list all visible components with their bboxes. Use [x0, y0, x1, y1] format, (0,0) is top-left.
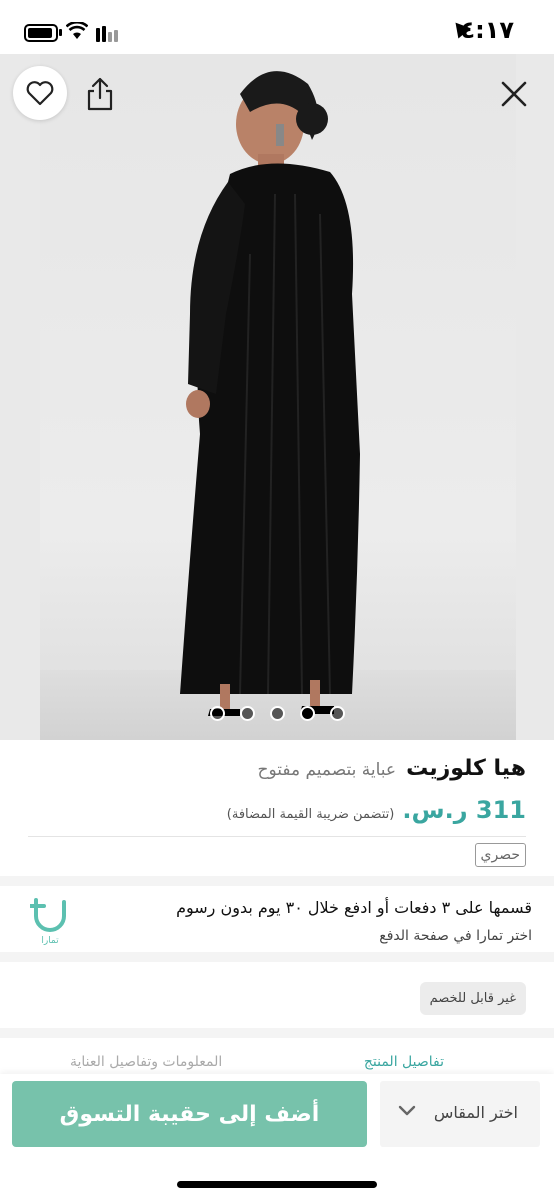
section-separator	[0, 876, 554, 886]
add-to-bag-button[interactable]: أضف إلى حقيبة التسوق	[12, 1081, 367, 1147]
tamara-installments-banner[interactable]: قسمها على ٣ دفعات أو ادفع خلال ٣٠ يوم بد…	[0, 886, 554, 950]
home-indicator[interactable]	[177, 1181, 377, 1188]
vat-note: (تتضمن ضريبة القيمة المضافة)	[226, 807, 395, 822]
product-price: 311 ر.س.	[402, 796, 526, 824]
status-time: ٤:١٧	[460, 16, 514, 44]
non-discountable-tag: غير قابل للخصم	[419, 982, 526, 1015]
battery-tip	[59, 29, 62, 36]
size-select[interactable]: اختر المقاس	[380, 1081, 540, 1147]
tamara-subtext: اختر تمارا في صفحة الدفع	[379, 928, 532, 944]
tamara-logo-text: تمارا	[41, 936, 59, 946]
gallery-pagination	[210, 706, 345, 721]
tab-product-details[interactable]: تفاصيل المنتج	[364, 1054, 444, 1070]
chevron-down-icon	[398, 1105, 416, 1116]
size-select-label: اختر المقاس	[433, 1103, 518, 1122]
wishlist-button[interactable]	[13, 66, 67, 120]
gallery-dot-active[interactable]	[300, 706, 315, 721]
model-figure	[180, 71, 360, 716]
product-name: عباية بتصميم مفتوح	[257, 760, 397, 780]
next-image-peek[interactable]	[516, 54, 554, 740]
gallery-dot[interactable]	[330, 706, 345, 721]
brand-name[interactable]: هيا كلوزيت	[406, 756, 526, 781]
tamara-headline: قسمها على ٣ دفعات أو ادفع خلال ٣٠ يوم بد…	[176, 898, 532, 917]
tab-info-and-care[interactable]: المعلومات وتفاصيل العناية	[70, 1054, 222, 1070]
tamara-logo-icon	[28, 898, 66, 932]
section-separator	[0, 1028, 554, 1038]
product-title-row: هيا كلوزيت عباية بتصميم مفتوح	[257, 756, 526, 781]
product-image[interactable]	[40, 54, 516, 740]
section-separator	[0, 952, 554, 962]
share-icon[interactable]	[84, 76, 116, 112]
close-icon[interactable]	[500, 80, 528, 108]
exclusive-badge: حصري	[474, 843, 526, 867]
tamara-logo: تمارا	[28, 894, 70, 948]
previous-image-peek[interactable]	[0, 54, 40, 740]
gallery-dot[interactable]	[270, 706, 285, 721]
status-bar: ٤:١٧	[0, 0, 554, 54]
heart-icon	[26, 81, 54, 106]
battery-icon	[24, 24, 58, 42]
product-image-gallery[interactable]	[0, 54, 554, 740]
signal-icon	[96, 24, 120, 42]
gallery-dot[interactable]	[240, 706, 255, 721]
wifi-icon	[66, 22, 88, 39]
price-row: 311 ر.س. (تتضمن ضريبة القيمة المضافة)	[227, 796, 526, 824]
divider	[28, 836, 526, 837]
gallery-dot[interactable]	[210, 706, 225, 721]
